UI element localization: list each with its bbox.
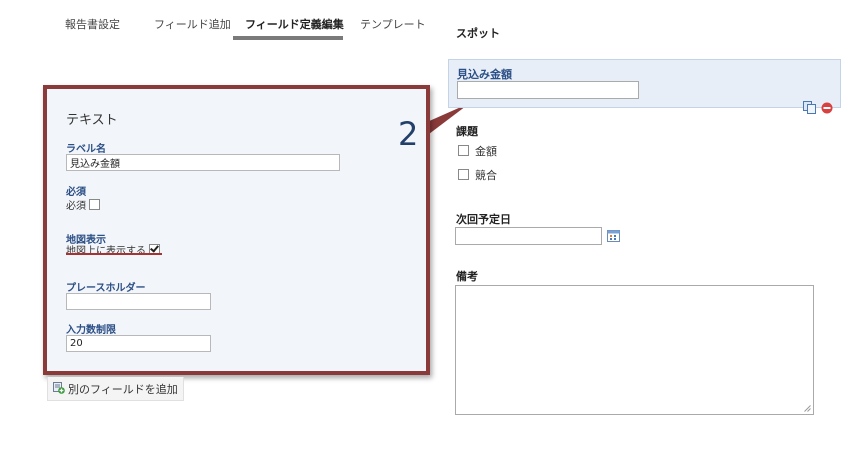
label-name-label: ラベル名	[66, 144, 106, 155]
required-option-text: 必須	[66, 201, 86, 212]
issue-label: 課題	[456, 125, 478, 138]
field-editor-panel: テキスト 2 ラベル名 必須 必須 地図表示 地図上に表示する プレースホルダー…	[43, 85, 430, 375]
notes-label: 備考	[456, 270, 478, 283]
highlight-underline	[66, 253, 162, 255]
issue-option-competitor: 競合	[458, 167, 497, 183]
placeholder-input[interactable]	[66, 293, 211, 310]
next-date-label: 次回予定日	[456, 213, 511, 226]
next-date-input[interactable]	[455, 227, 602, 245]
max-length-label: 入力数制限	[66, 325, 116, 336]
delete-icon[interactable]	[821, 102, 833, 114]
map-display-option-text: 地図上に表示する	[66, 246, 146, 257]
selected-preview-field[interactable]: 見込み金額	[448, 59, 841, 108]
preview-title: スポット	[456, 27, 500, 40]
tab-field-definition-edit[interactable]: フィールド定義編集	[245, 16, 344, 32]
selected-field-label: 見込み金額	[457, 68, 512, 81]
add-field-icon	[53, 382, 65, 394]
issue-option-amount: 金額	[458, 143, 497, 159]
tab-template[interactable]: テンプレート	[360, 16, 426, 32]
selected-field-input[interactable]	[457, 81, 639, 99]
label-name-input[interactable]	[66, 154, 340, 171]
resize-handle-icon[interactable]	[804, 405, 811, 412]
add-field-label: 別のフィールドを追加	[68, 383, 178, 396]
issue-amount-checkbox[interactable]	[458, 145, 469, 156]
add-field-button[interactable]: 別のフィールドを追加	[47, 377, 184, 401]
issue-amount-text: 金額	[475, 145, 497, 158]
active-tab-indicator	[233, 36, 343, 40]
step-number: 2	[398, 115, 419, 153]
required-label: 必須	[66, 187, 86, 198]
copy-icon[interactable]	[803, 101, 816, 114]
required-option: 必須	[66, 197, 100, 212]
notes-textarea[interactable]	[455, 285, 814, 415]
max-length-input[interactable]	[66, 335, 211, 352]
issue-competitor-checkbox[interactable]	[458, 169, 469, 180]
issue-competitor-text: 競合	[475, 169, 497, 182]
required-checkbox[interactable]	[89, 199, 100, 210]
tab-add-field[interactable]: フィールド追加	[154, 16, 231, 32]
calendar-icon[interactable]	[607, 229, 620, 242]
editor-title: テキスト	[66, 113, 118, 128]
tab-report-settings[interactable]: 報告書設定	[65, 16, 120, 32]
placeholder-label: プレースホルダー	[66, 283, 146, 294]
